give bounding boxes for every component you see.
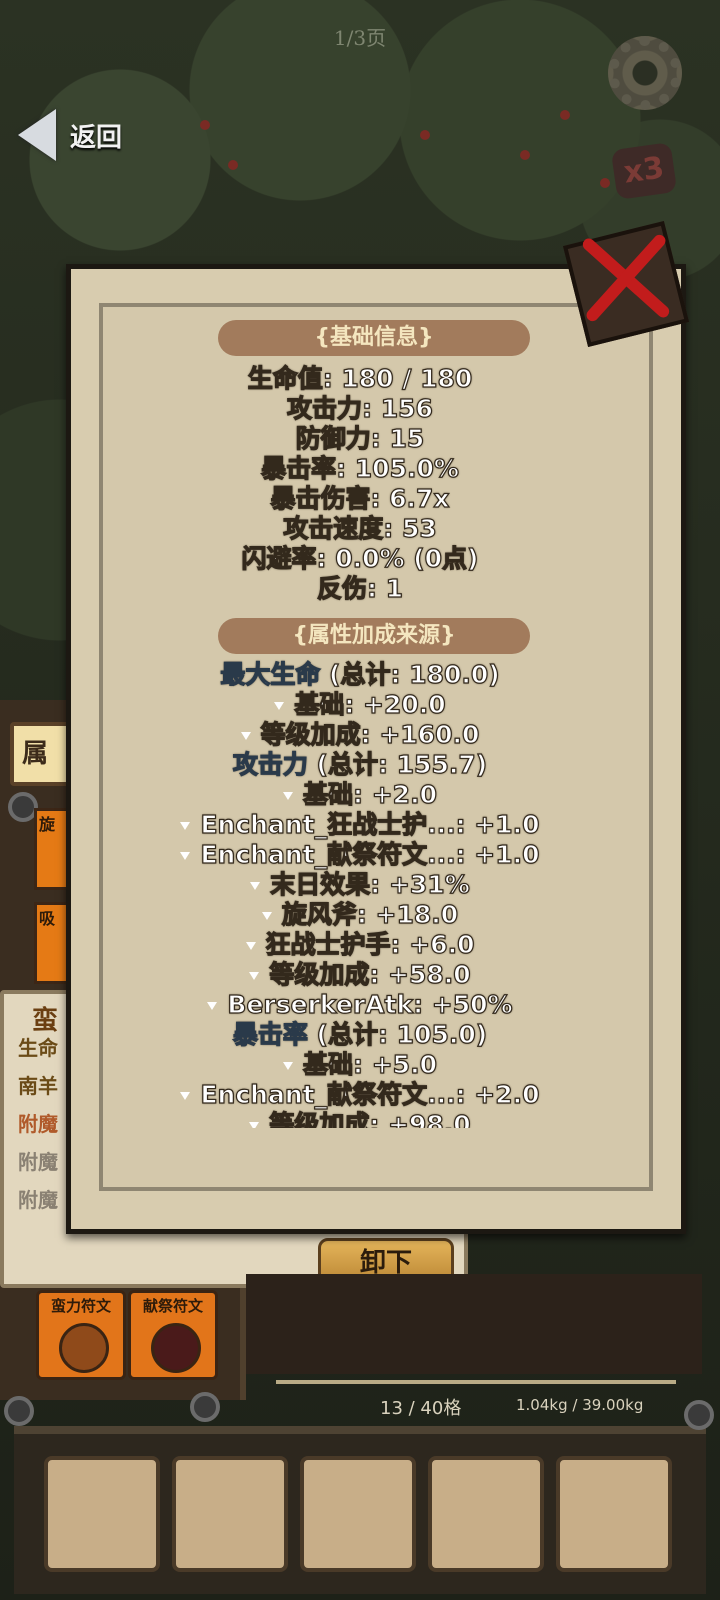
back-label: 返回: [70, 122, 123, 153]
bonus-item-row: 旋风斧: +18.0: [90, 899, 630, 930]
bullet-triangle-icon: [274, 702, 285, 710]
bonus-item-text: BerserkerAtk: +50%: [227, 989, 513, 1019]
bonus-item-row: 基础: +5.0: [90, 1049, 630, 1080]
page-indicator: 1/3页: [333, 26, 387, 50]
bonus-item-row: Enchant_献祭符文...: +2.0: [90, 1079, 630, 1110]
close-button[interactable]: [562, 220, 690, 348]
bonus-item-row: 基础: +2.0: [90, 779, 630, 810]
basic-info-header: {基础信息}: [218, 320, 530, 356]
bonus-category-total: (总计: 155.7): [307, 749, 488, 779]
bonus-category-total: (总计: 105.0): [307, 1019, 488, 1049]
rune-card[interactable]: 献祭符文: [128, 1290, 218, 1380]
bonus-item-text: 基础: +5.0: [302, 1049, 437, 1079]
rope-knot-icon: [4, 1396, 34, 1426]
bonus-item-row: 等级加成: +160.0: [90, 719, 630, 750]
rope-knot-icon: [684, 1400, 714, 1430]
bullet-triangle-icon: [180, 822, 191, 830]
item-info-line: 南羊: [18, 1074, 58, 1098]
bullet-triangle-icon: [180, 1092, 191, 1100]
item-info-line: 附魔: [18, 1150, 58, 1174]
bonus-category-row: 攻击力 (总计: 155.7): [90, 749, 630, 780]
bullet-triangle-icon: [249, 972, 260, 980]
gear-icon[interactable]: [608, 36, 682, 110]
inventory-slot[interactable]: [44, 1456, 160, 1572]
bullet-triangle-icon: [180, 852, 191, 860]
inventory-count: 13 / 40格: [380, 1398, 462, 1419]
stat-row: 攻击速度: 53: [283, 513, 438, 543]
bonus-item-row: 等级加成: +98.0: [90, 1109, 630, 1128]
bonus-item-row: BerserkerAtk: +50%: [90, 989, 630, 1020]
stat-row: 攻击力: 156: [286, 393, 433, 423]
item-info-line: 生命: [18, 1036, 58, 1060]
bonus-item-row: 狂战士护手: +6.0: [90, 929, 630, 960]
bonus-item-text: 末日效果: +31%: [270, 869, 471, 899]
bullet-triangle-icon: [245, 942, 256, 950]
bonus-category-name: 暴击率: [232, 1019, 308, 1049]
rune-label: 蛮力符文: [50, 1297, 111, 1315]
stat-row: 生命值: 180 / 180: [247, 363, 473, 393]
bullet-triangle-icon: [283, 792, 294, 800]
inventory-weight: 1.04kg / 39.00kg: [516, 1396, 644, 1414]
inventory-slot[interactable]: [556, 1456, 672, 1572]
bonus-category-row: 最大生命 (总计: 180.0): [90, 659, 630, 690]
bullet-triangle-icon: [250, 882, 261, 890]
inventory-slot[interactable]: [300, 1456, 416, 1572]
item-info-line: 附魔: [18, 1188, 58, 1212]
bonus-item-text: 等级加成: +58.0: [269, 959, 472, 989]
bonus-category-row: 暴击率 (总计: 105.0): [90, 1019, 630, 1050]
bullet-triangle-icon: [249, 1122, 260, 1128]
bonus-item-text: 基础: +2.0: [302, 779, 437, 809]
stat-row: 防御力: 15: [295, 423, 425, 453]
bonus-item-row: 等级加成: +58.0: [90, 959, 630, 990]
basic-stats: 生命值: 180 / 180 攻击力: 156 防御力: 15 暴击率: 105.0%…: [90, 363, 630, 604]
bonus-item-row: Enchant_狂战士护...: +1.0: [90, 809, 630, 840]
back-button[interactable]: 返回: [18, 108, 168, 162]
speed-toggle[interactable]: x3: [610, 142, 678, 200]
rune-label: 献祭符文: [142, 1297, 203, 1315]
inventory-slot[interactable]: [428, 1456, 544, 1572]
stat-row: 暴击率: 105.0%: [260, 453, 459, 483]
bonus-category-name: 最大生命: [220, 659, 321, 689]
stat-row: 反伤: 1: [316, 573, 404, 603]
bonus-sources-list[interactable]: 最大生命 (总计: 180.0) 基础: +20.0 等级加成: +160.0 攻击力…: [90, 648, 630, 1128]
rune-emblem-icon: [59, 1323, 109, 1373]
inventory-divider: [276, 1380, 676, 1384]
bonus-item-text: 基础: +20.0: [294, 689, 447, 719]
bonus-item-row: Enchant_献祭符文...: +1.0: [90, 839, 630, 870]
bonus-item-text: 旋风斧: +18.0: [281, 899, 459, 929]
bonus-item-text: Enchant_献祭符文...: +2.0: [200, 1079, 540, 1109]
bonus-item-text: 狂战士护手: +6.0: [265, 929, 475, 959]
bonus-item-row: 末日效果: +31%: [90, 869, 630, 900]
bonus-item-text: Enchant_狂战士护...: +1.0: [200, 809, 540, 839]
rune-emblem-icon: [151, 1323, 201, 1373]
rune-card[interactable]: 蛮力符文: [36, 1290, 126, 1380]
item-info-line: 附魔: [18, 1112, 58, 1136]
stat-row: 暴击伤害: 6.7x: [270, 483, 450, 513]
stat-row: 闪避率: 0.0% (0点): [241, 543, 479, 573]
bullet-triangle-icon: [283, 1062, 294, 1070]
bullet-triangle-icon: [207, 1002, 218, 1010]
bonus-item-text: 等级加成: +98.0: [269, 1109, 472, 1128]
bonus-item-text: 等级加成: +160.0: [260, 719, 480, 749]
inventory-panel: [246, 1274, 702, 1374]
back-arrow-icon: [18, 109, 56, 161]
bonus-item-row: 基础: +20.0: [90, 689, 630, 720]
bonus-category-total: (总计: 180.0): [320, 659, 500, 689]
bullet-triangle-icon: [240, 732, 251, 740]
bonus-item-text: Enchant_献祭符文...: +1.0: [200, 839, 540, 869]
bullet-triangle-icon: [261, 912, 272, 920]
bonus-category-name: 攻击力: [232, 749, 308, 779]
rope-knot-icon: [190, 1392, 220, 1422]
inventory-slot[interactable]: [172, 1456, 288, 1572]
